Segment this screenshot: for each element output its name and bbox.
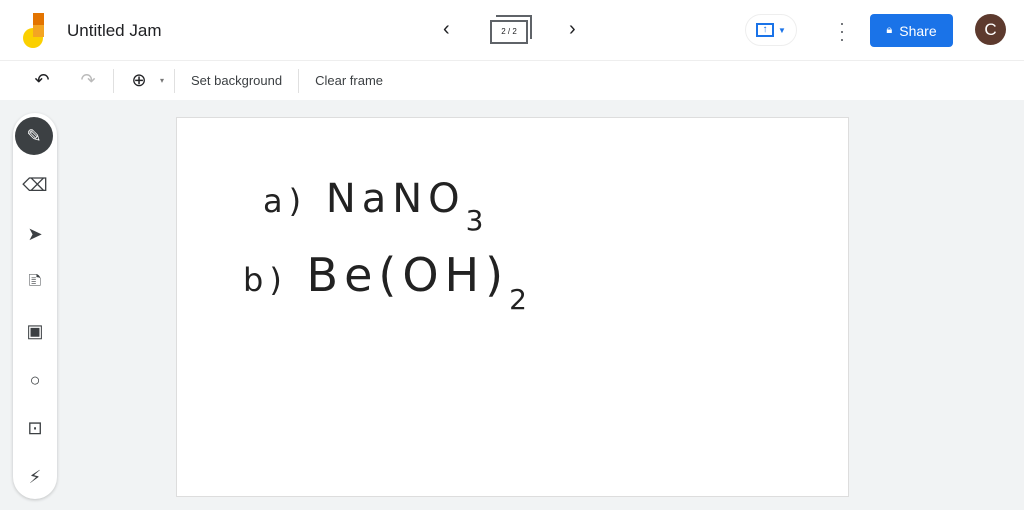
zoom-dropdown-icon[interactable]: ▾ [160, 76, 164, 85]
select-tool-icon[interactable]: ➤ [15, 214, 55, 254]
cast-button[interactable]: ↑ ▼ [745, 14, 797, 46]
sticky-note-icon[interactable]: 🗈︎ [15, 263, 55, 303]
tool-sidebar: ✎ ⌫ ➤ 🗈︎ ▣ ○ ⊡ ⚡︎ [13, 113, 57, 499]
laser-icon[interactable]: ⚡︎ [15, 457, 55, 497]
set-background-button[interactable]: Set background [185, 73, 288, 88]
more-options-icon[interactable]: · · · [838, 14, 846, 48]
image-icon[interactable]: ▣ [15, 311, 55, 351]
eraser-tool-icon[interactable]: ⌫ [15, 165, 55, 205]
circle-shape-icon[interactable]: ○ [15, 360, 55, 400]
zoom-in-icon[interactable]: ⊕ [124, 70, 154, 91]
item-label: a) [263, 182, 308, 220]
item-label: b) [243, 261, 288, 299]
chevron-down-icon: ▼ [778, 25, 786, 35]
previous-frame-button[interactable]: ‹ [443, 18, 450, 41]
subscript: 3 [465, 204, 490, 237]
avatar[interactable]: C [975, 14, 1006, 45]
divider [174, 68, 176, 93]
next-frame-button[interactable]: › [569, 18, 576, 41]
share-label: Share [899, 22, 937, 39]
formula: NaNO [325, 176, 466, 222]
undo-icon[interactable]: ↶ [27, 70, 57, 91]
handwriting-line-b: b) Be(OH)2 [243, 248, 533, 316]
divider [113, 68, 114, 93]
present-icon: ↑ [756, 23, 775, 37]
top-bar: Untitled Jam ‹ 2 / 2 › ↑ ▼ · · · 🔒︎ Share … [0, 0, 1024, 60]
lock-icon: 🔒︎ [886, 24, 893, 36]
share-button[interactable]: 🔒︎ Share [870, 14, 953, 47]
frame-counter: 2 / 2 [490, 20, 528, 44]
text-box-icon[interactable]: ⊡ [15, 408, 55, 448]
pen-tool-icon[interactable]: ✎ [15, 117, 53, 155]
subscript: 2 [509, 283, 533, 316]
divider [298, 68, 300, 93]
frame-bar-toggle[interactable]: 2 / 2 [490, 15, 534, 47]
toolbar: ↶ ↷ ⊕ ▾ Set background Clear frame [0, 60, 1024, 100]
jamboard-logo-icon [23, 13, 44, 48]
formula: Be(OH) [306, 248, 510, 302]
clear-frame-button[interactable]: Clear frame [309, 73, 389, 88]
document-title[interactable]: Untitled Jam [67, 21, 161, 41]
whiteboard-canvas[interactable]: a) NaNO3 b) Be(OH)2 [176, 117, 849, 497]
handwriting-line-a: a) NaNO3 [263, 176, 489, 237]
redo-icon[interactable]: ↷ [73, 70, 103, 91]
